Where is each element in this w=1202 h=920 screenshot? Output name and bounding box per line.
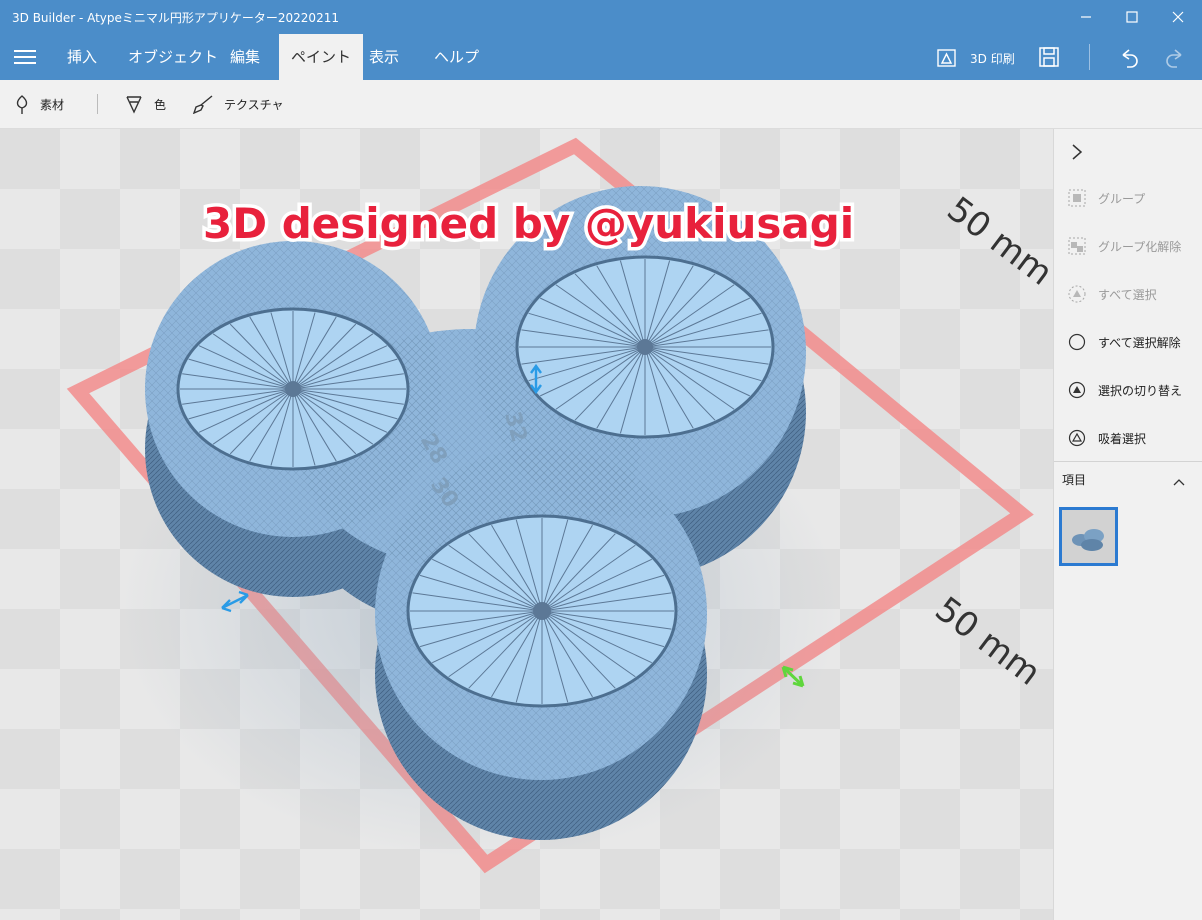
ungroup-icon bbox=[1068, 237, 1086, 255]
ungroup-label: グループ化解除 bbox=[1098, 239, 1182, 254]
texture-tool[interactable]: テクスチャ bbox=[192, 94, 284, 114]
maximize-icon bbox=[1126, 11, 1138, 23]
material-icon bbox=[16, 95, 28, 114]
deselect-all-action[interactable]: すべて選択解除 bbox=[1068, 333, 1181, 351]
tab-view[interactable]: 表示 bbox=[357, 34, 411, 80]
tab-paint[interactable]: ペイント bbox=[279, 34, 364, 80]
deselect-all-icon bbox=[1068, 333, 1086, 351]
title-bar: 3D Builder - Atypeミニマル円形アプリケーター20220211 bbox=[0, 0, 1202, 34]
group-icon bbox=[1068, 189, 1086, 207]
save-icon[interactable] bbox=[1038, 46, 1060, 72]
select-all-icon bbox=[1068, 285, 1086, 303]
paint-toolbar: 素材 色 テクスチャ bbox=[0, 80, 1202, 129]
close-button[interactable] bbox=[1155, 0, 1201, 34]
panel-divider bbox=[1054, 461, 1202, 462]
color-icon bbox=[126, 96, 142, 114]
well-right bbox=[515, 255, 775, 439]
print-3d-icon[interactable] bbox=[936, 47, 958, 73]
snap-select-icon bbox=[1068, 429, 1086, 447]
menu-bar: 挿入 オブジェクト 編集 ペイント 表示 ヘルプ 3D 印刷 bbox=[0, 34, 1202, 80]
toggle-selection-icon bbox=[1068, 381, 1086, 399]
dimension-label-width: 50 mm bbox=[940, 189, 1053, 293]
ungroup-action[interactable]: グループ化解除 bbox=[1068, 237, 1181, 255]
hamburger-menu-icon[interactable] bbox=[14, 46, 36, 68]
color-label: 色 bbox=[154, 97, 167, 112]
well-left bbox=[176, 307, 410, 471]
items-header: 項目 bbox=[1062, 473, 1087, 487]
tab-object[interactable]: オブジェクト bbox=[116, 34, 230, 80]
designer-credit-banner: 3D designed by @yukiusagi bbox=[203, 199, 854, 248]
select-all-action[interactable]: すべて選択 bbox=[1068, 285, 1157, 303]
toolbar-divider bbox=[97, 94, 98, 114]
scene-canvas[interactable]: 28 32 30 50 mm 50 mm 3D designed by @yuk… bbox=[0, 129, 1053, 920]
texture-brush-icon bbox=[192, 95, 213, 114]
model-thumbnail-icon bbox=[1072, 529, 1104, 551]
close-icon bbox=[1172, 11, 1184, 23]
item-thumbnail[interactable] bbox=[1059, 507, 1118, 566]
group-action[interactable]: グループ bbox=[1068, 189, 1145, 207]
toggle-selection-label: 選択の切り替え bbox=[1098, 383, 1183, 398]
menu-divider bbox=[1089, 44, 1090, 70]
maximize-button[interactable] bbox=[1109, 0, 1155, 34]
texture-label: テクスチャ bbox=[224, 97, 284, 112]
select-all-label: すべて選択 bbox=[1098, 287, 1157, 302]
print-3d-button[interactable]: 3D 印刷 bbox=[970, 50, 1015, 67]
window-title: 3D Builder - Atypeミニマル円形アプリケーター20220211 bbox=[12, 11, 339, 25]
color-tool[interactable]: 色 bbox=[124, 94, 166, 114]
redo-icon[interactable] bbox=[1163, 46, 1187, 74]
minimize-button[interactable] bbox=[1063, 0, 1109, 34]
toggle-selection-action[interactable]: 選択の切り替え bbox=[1068, 381, 1182, 399]
3d-viewport[interactable]: 28 32 30 50 mm 50 mm 3D designed by @yuk… bbox=[0, 129, 1053, 920]
undo-icon[interactable] bbox=[1117, 46, 1141, 74]
well-bottom bbox=[406, 514, 678, 708]
material-label: 素材 bbox=[40, 97, 65, 112]
tab-edit[interactable]: 編集 bbox=[218, 34, 272, 80]
collapse-panel-chevron-icon[interactable] bbox=[1070, 143, 1084, 165]
tab-insert[interactable]: 挿入 bbox=[55, 34, 109, 80]
snap-select-action[interactable]: 吸着選択 bbox=[1068, 429, 1146, 447]
material-tool[interactable]: 素材 bbox=[14, 94, 64, 114]
chevron-up-icon[interactable] bbox=[1172, 472, 1186, 491]
deselect-all-label: すべて選択解除 bbox=[1098, 335, 1181, 350]
dimension-label-depth: 50 mm bbox=[928, 589, 1048, 693]
selection-panel: グループ グループ化解除 すべて選択 すべて選択解除 選択の切り替え 吸着選択 … bbox=[1053, 129, 1202, 920]
group-label: グループ bbox=[1098, 191, 1146, 206]
minimize-icon bbox=[1081, 16, 1091, 18]
snap-select-label: 吸着選択 bbox=[1098, 431, 1147, 446]
tab-help[interactable]: ヘルプ bbox=[422, 34, 491, 80]
